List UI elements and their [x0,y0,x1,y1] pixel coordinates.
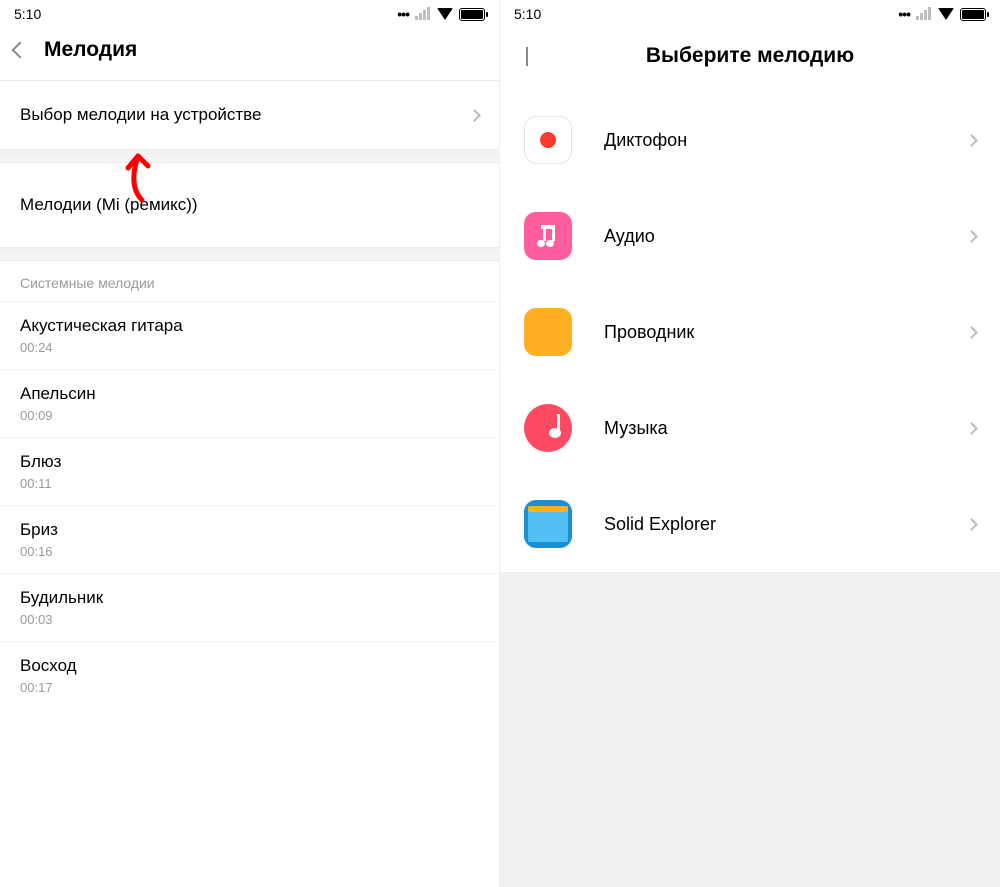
ringtone-duration: 00:03 [20,612,479,627]
ringtone-duration: 00:24 [20,340,479,355]
status-time: 5:10 [514,6,541,22]
ringtone-name: Будильник [20,588,479,608]
audio-icon [524,212,572,260]
ringtone-item[interactable]: Блюз 00:11 [0,437,499,505]
ringtone-item[interactable]: Акустическая гитара 00:24 [0,301,499,369]
ringtone-duration: 00:09 [20,408,479,423]
ringtone-item[interactable]: Апельсин 00:09 [0,369,499,437]
chevron-right-icon [965,134,978,147]
back-icon[interactable] [12,42,29,59]
app-label: Аудио [604,226,655,247]
row-mi-remix[interactable]: Мелодии (Mi (ремикс)) [0,163,499,247]
battery-icon [960,8,986,21]
music-note-icon [537,225,559,247]
screen-choose-melody: 5:10 ••• Выберите мелодию Диктофон Аудио [500,0,1000,887]
ringtone-name: Бриз [20,520,479,540]
wifi-icon [437,8,453,20]
status-icons: ••• [898,6,986,22]
page-title: Мелодия [44,38,137,62]
status-bar: 5:10 ••• [500,0,1000,28]
ringtone-item[interactable]: Будильник 00:03 [0,573,499,641]
title-bar: Выберите мелодию [500,28,1000,92]
ringtone-duration: 00:17 [20,680,479,695]
status-bar: 5:10 ••• [0,0,499,28]
row-label: Мелодии (Mi (ремикс)) [20,195,198,215]
back-icon [526,47,528,66]
app-label: Музыка [604,418,668,439]
empty-area [500,572,1000,887]
chevron-right-icon [965,230,978,243]
solid-explorer-icon [524,500,572,548]
ringtone-name: Блюз [20,452,479,472]
status-icons: ••• [397,6,485,22]
page-title: Выберите мелодию [646,44,854,68]
more-dots-icon: ••• [898,6,910,22]
ringtone-item[interactable]: Восход 00:17 [0,641,499,709]
battery-icon [459,8,485,21]
app-label: Solid Explorer [604,514,716,535]
chevron-right-icon [468,109,481,122]
ringtone-duration: 00:11 [20,476,479,491]
files-icon [524,308,572,356]
chevron-right-icon [965,326,978,339]
screen-melody: 5:10 ••• Мелодия Выбор мелодии на устрой… [0,0,500,887]
recorder-icon [524,116,572,164]
signal-icon [415,8,431,20]
ringtone-name: Восход [20,656,479,676]
app-row-recorder[interactable]: Диктофон [500,92,1000,188]
back-button[interactable] [526,47,528,65]
ringtone-duration: 00:16 [20,544,479,559]
signal-icon [916,8,932,20]
row-label: Выбор мелодии на устройстве [20,105,261,125]
more-dots-icon: ••• [397,6,409,22]
ringtone-name: Апельсин [20,384,479,404]
ringtone-item[interactable]: Бриз 00:16 [0,505,499,573]
wifi-icon [938,8,954,20]
app-row-music[interactable]: Музыка [500,380,1000,476]
section-gap [0,247,499,261]
title-bar: Мелодия [0,28,499,80]
app-row-solid-explorer[interactable]: Solid Explorer [500,476,1000,572]
section-header-system: Системные мелодии [0,261,499,301]
app-row-audio[interactable]: Аудио [500,188,1000,284]
music-icon [524,404,572,452]
section-gap [0,149,499,163]
app-label: Диктофон [604,130,687,151]
row-pick-on-device[interactable]: Выбор мелодии на устройстве [0,81,499,149]
app-label: Проводник [604,322,694,343]
app-row-files[interactable]: Проводник [500,284,1000,380]
ringtone-name: Акустическая гитара [20,316,479,336]
chevron-right-icon [965,518,978,531]
chevron-right-icon [965,422,978,435]
status-time: 5:10 [14,6,41,22]
